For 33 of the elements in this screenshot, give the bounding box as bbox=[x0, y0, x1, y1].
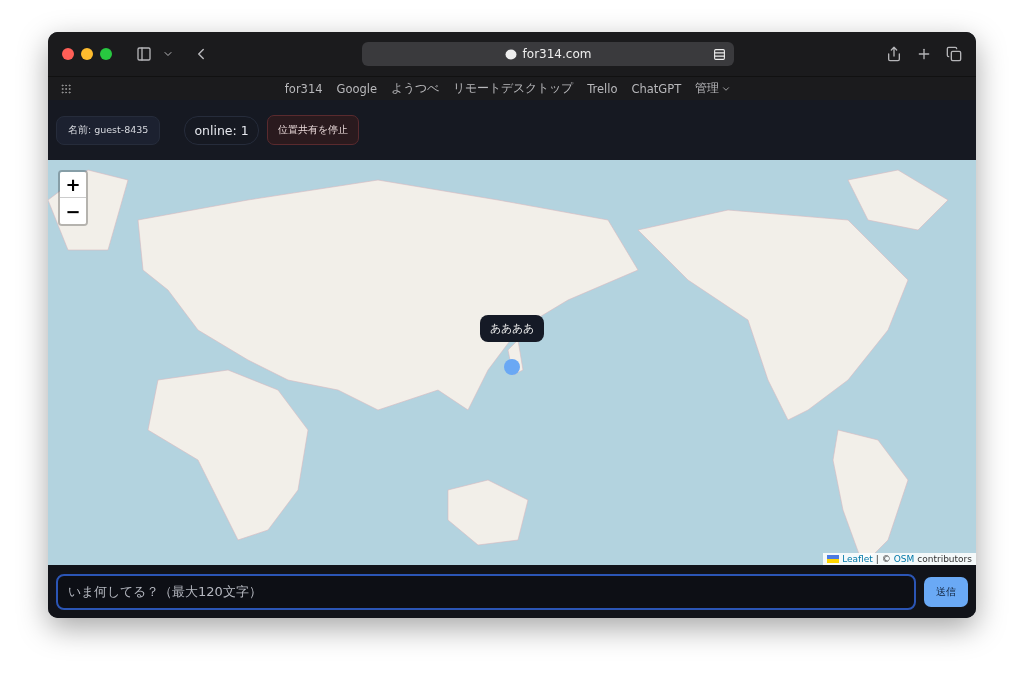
attribution-separator: | © bbox=[875, 554, 891, 564]
attribution-text: contributors bbox=[917, 554, 972, 564]
bookmark-link[interactable]: リモートデスクトップ bbox=[453, 81, 574, 96]
bookmark-link[interactable]: Trello bbox=[587, 81, 618, 96]
bookmark-link[interactable]: for314 bbox=[284, 81, 323, 96]
grid-icon[interactable] bbox=[60, 82, 72, 95]
send-button[interactable]: 送信 bbox=[924, 576, 968, 607]
zoom-out-button[interactable]: − bbox=[60, 198, 86, 224]
osm-link[interactable]: OSM bbox=[893, 554, 915, 564]
share-icon[interactable] bbox=[886, 46, 902, 62]
flag-icon bbox=[827, 555, 840, 563]
tabs-overview-icon[interactable] bbox=[946, 46, 962, 62]
close-button[interactable] bbox=[62, 48, 74, 60]
bookmark-menu[interactable]: 管理 bbox=[695, 81, 732, 96]
minimize-button[interactable] bbox=[81, 48, 93, 60]
reader-icon[interactable] bbox=[713, 47, 726, 61]
url-text: for314.com bbox=[522, 47, 592, 61]
status-input[interactable]: いま何してる？（最大120文字） bbox=[56, 573, 916, 610]
stop-sharing-button[interactable]: 位置共有を停止 bbox=[266, 115, 359, 145]
site-icon bbox=[504, 48, 517, 60]
marker-tooltip: ああああ bbox=[480, 315, 544, 342]
leaflet-link[interactable]: Leaflet bbox=[842, 554, 873, 564]
bookmark-link[interactable]: ようつべ bbox=[391, 81, 440, 96]
bookmark-link[interactable]: ChatGPT bbox=[631, 81, 682, 96]
zoom-button[interactable] bbox=[100, 48, 112, 60]
location-marker[interactable] bbox=[504, 359, 520, 375]
name-badge: 名前: guest-8435 bbox=[56, 115, 161, 145]
online-count: online: 1 bbox=[184, 115, 259, 145]
sidebar-icon[interactable] bbox=[136, 46, 152, 62]
new-tab-icon[interactable] bbox=[916, 46, 932, 62]
address-bar[interactable]: for314.com bbox=[362, 42, 734, 66]
zoom-in-button[interactable]: + bbox=[60, 172, 86, 198]
bookmark-link[interactable]: Google bbox=[336, 81, 378, 96]
